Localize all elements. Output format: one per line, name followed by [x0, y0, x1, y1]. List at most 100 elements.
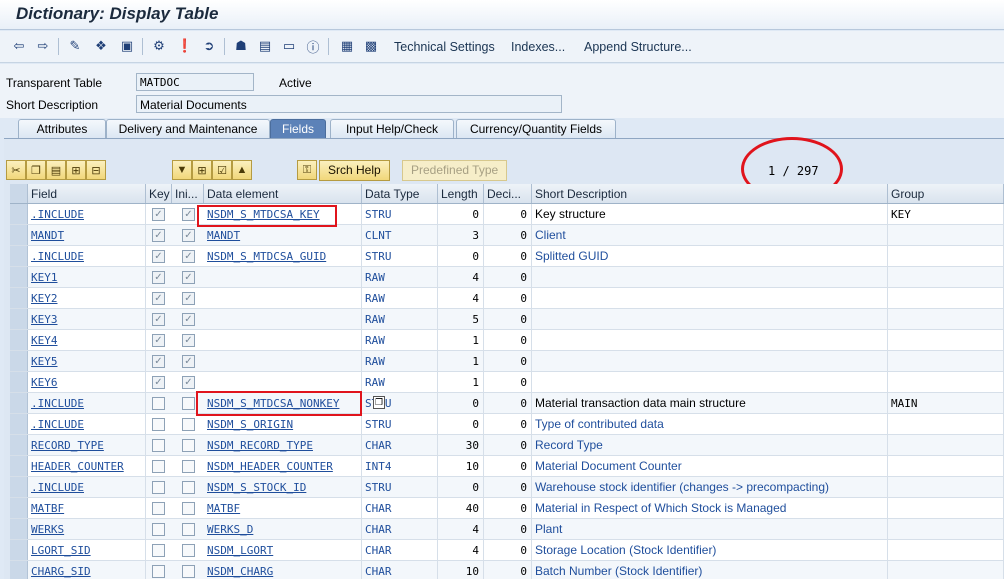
data-element-cell[interactable]: NSDM_LGORT	[204, 540, 362, 560]
initial-values-checkbox[interactable]	[182, 544, 195, 557]
data-element-cell[interactable]	[204, 330, 362, 350]
deselect-icon[interactable]: ▲	[232, 160, 252, 180]
activate-icon[interactable]: ⚙	[150, 37, 168, 55]
data-element-cell[interactable]: WERKS_D	[204, 519, 362, 539]
data-element-cell[interactable]: NSDM_S_STOCK_ID	[204, 477, 362, 497]
tab-input-help-check[interactable]: Input Help/Check	[330, 119, 454, 138]
initial-values-checkbox[interactable]	[182, 439, 195, 452]
table-row[interactable]: MANDT ✓ ✓ MANDT CLNT 3 0 Client	[10, 225, 1004, 246]
cut-icon[interactable]: ✂	[6, 160, 26, 180]
graphic-icon[interactable]: ▦	[338, 37, 356, 55]
key-checkbox[interactable]: ✓	[152, 313, 165, 326]
field-name-cell[interactable]: LGORT_SID	[28, 540, 146, 560]
tab-attributes[interactable]: Attributes	[18, 119, 106, 138]
initial-values-checkbox[interactable]: ✓	[182, 292, 195, 305]
key-checkbox[interactable]: ✓	[152, 250, 165, 263]
data-element-cell[interactable]: NSDM_S_MTDCSA_GUID	[204, 246, 362, 266]
data-element-cell[interactable]: MATBF	[204, 498, 362, 518]
column-header[interactable]: Data element	[204, 184, 362, 203]
row-selector-header[interactable]	[10, 184, 28, 203]
field-name-cell[interactable]: .INCLUDE	[28, 477, 146, 497]
field-name-cell[interactable]: KEY2	[28, 288, 146, 308]
row-selector[interactable]	[10, 456, 28, 476]
row-selector[interactable]	[10, 204, 28, 224]
row-selector[interactable]	[10, 540, 28, 560]
column-header[interactable]: Length	[438, 184, 484, 203]
row-selector[interactable]	[10, 267, 28, 287]
tab-delivery-maintenance[interactable]: Delivery and Maintenance	[106, 119, 270, 138]
where-used-icon[interactable]: ❗	[176, 37, 194, 55]
tab-currency-quantity-fields[interactable]: Currency/Quantity Fields	[456, 119, 616, 138]
key-icon[interactable]: ⚿	[297, 160, 317, 180]
initial-values-checkbox[interactable]	[182, 481, 195, 494]
initial-values-checkbox[interactable]: ✓	[182, 376, 195, 389]
row-selector[interactable]	[10, 309, 28, 329]
field-name-cell[interactable]: KEY4	[28, 330, 146, 350]
table-row[interactable]: .INCLUDE ✓ ✓ NSDM_S_MTDCSA_KEY STRU 0 0 Key str…	[10, 204, 1004, 225]
field-name-cell[interactable]: KEY3	[28, 309, 146, 329]
column-header[interactable]: Key	[146, 184, 172, 203]
data-element-cell[interactable]: NSDM_CHARG	[204, 561, 362, 579]
table-row[interactable]: CHARG_SID NSDM_CHARG CHAR 10 0 Batch Number (…	[10, 561, 1004, 579]
srch-help-button[interactable]: Srch Help	[319, 160, 390, 181]
field-name-cell[interactable]: .INCLUDE	[28, 414, 146, 434]
copy-icon[interactable]: ❐	[26, 160, 46, 180]
back-arrow-icon[interactable]: ⇦	[10, 37, 28, 55]
row-selector[interactable]	[10, 519, 28, 539]
field-name-cell[interactable]: RECORD_TYPE	[28, 435, 146, 455]
key-checkbox[interactable]: ✓	[152, 229, 165, 242]
column-header[interactable]: Deci...	[484, 184, 532, 203]
initial-values-checkbox[interactable]	[182, 565, 195, 578]
field-name-cell[interactable]: WERKS	[28, 519, 146, 539]
navigation-icon[interactable]: ➲	[200, 37, 218, 55]
row-selector[interactable]	[10, 288, 28, 308]
hierarchy-icon[interactable]: ▤	[256, 37, 274, 55]
sort-up-icon[interactable]: ▼	[172, 160, 192, 180]
key-checkbox[interactable]	[152, 565, 165, 578]
key-checkbox[interactable]: ✓	[152, 271, 165, 284]
display-change-icon[interactable]: ❖	[92, 37, 110, 55]
forward-arrow-icon[interactable]: ⇨	[34, 37, 52, 55]
key-checkbox[interactable]: ✓	[152, 376, 165, 389]
transport-icon[interactable]: ▭	[280, 37, 298, 55]
field-name-cell[interactable]: MANDT	[28, 225, 146, 245]
table-row[interactable]: KEY2 ✓ ✓ RAW 4 0	[10, 288, 1004, 309]
initial-values-checkbox[interactable]	[182, 397, 195, 410]
append-structure-button[interactable]: Append Structure...	[584, 40, 692, 54]
key-checkbox[interactable]	[152, 439, 165, 452]
table-row[interactable]: KEY3 ✓ ✓ RAW 5 0	[10, 309, 1004, 330]
table-name-field[interactable]: MATDOC	[136, 73, 254, 91]
key-checkbox[interactable]	[152, 397, 165, 410]
table-row[interactable]: WERKS WERKS_D CHAR 4 0 Plant	[10, 519, 1004, 540]
initial-values-checkbox[interactable]: ✓	[182, 355, 195, 368]
object-list-icon[interactable]: ☗	[232, 37, 250, 55]
row-selector[interactable]	[10, 246, 28, 266]
table-row[interactable]: HEADER_COUNTER NSDM_HEADER_COUNTER INT4 10 0…	[10, 456, 1004, 477]
row-selector[interactable]	[10, 498, 28, 518]
row-selector[interactable]	[10, 351, 28, 371]
key-checkbox[interactable]	[152, 523, 165, 536]
column-header[interactable]: Group	[888, 184, 1004, 203]
initial-values-checkbox[interactable]: ✓	[182, 208, 195, 221]
row-selector[interactable]	[10, 477, 28, 497]
data-element-cell[interactable]: MANDT	[204, 225, 362, 245]
row-selector[interactable]	[10, 225, 28, 245]
field-name-cell[interactable]: HEADER_COUNTER	[28, 456, 146, 476]
data-element-cell[interactable]	[204, 372, 362, 392]
initial-values-checkbox[interactable]: ✓	[182, 313, 195, 326]
indexes-button[interactable]: Indexes...	[511, 40, 565, 54]
initial-values-checkbox[interactable]: ✓	[182, 271, 195, 284]
field-name-cell[interactable]: .INCLUDE	[28, 393, 146, 413]
data-element-cell[interactable]	[204, 288, 362, 308]
initial-values-checkbox[interactable]: ✓	[182, 250, 195, 263]
key-checkbox[interactable]: ✓	[152, 208, 165, 221]
technical-settings-button[interactable]: Technical Settings	[394, 40, 495, 54]
row-selector[interactable]	[10, 561, 28, 579]
info-icon[interactable]: ⓘ	[304, 37, 322, 55]
table-row[interactable]: MATBF MATBF CHAR 40 0 Material in Respect of …	[10, 498, 1004, 519]
key-checkbox[interactable]: ✓	[152, 292, 165, 305]
search-help-icon[interactable]: ❐	[373, 396, 385, 409]
key-checkbox[interactable]	[152, 544, 165, 557]
delete-row-icon[interactable]: ⊟	[86, 160, 106, 180]
field-name-cell[interactable]: KEY5	[28, 351, 146, 371]
